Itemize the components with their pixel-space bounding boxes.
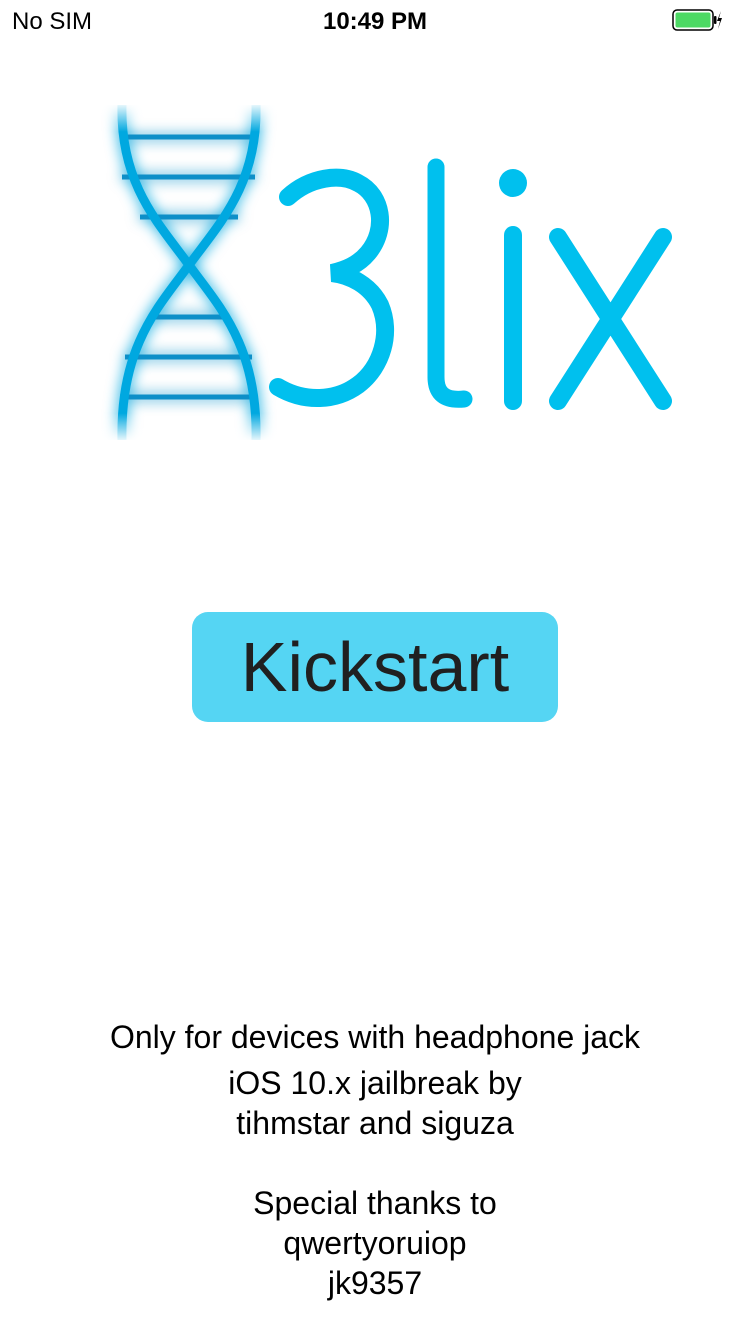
thanks-title: Special thanks to <box>253 1185 497 1221</box>
battery-charging-icon <box>672 9 722 31</box>
footer-info: Only for devices with headphone jack iOS… <box>0 1017 750 1303</box>
status-bar: No SIM 10:49 PM <box>0 0 750 40</box>
app-screen: No SIM 10:49 PM Kickstart Only for devic… <box>0 0 750 1334</box>
kickstart-button[interactable]: Kickstart <box>192 612 558 722</box>
status-time: 10:49 PM <box>322 8 428 35</box>
app-logo <box>100 105 675 440</box>
credit-line-2: tihmstar and siguza <box>236 1105 514 1141</box>
headphone-jack-warning: Only for devices with headphone jack <box>109 1019 641 1055</box>
logo-glyph-3 <box>269 168 395 407</box>
credit-line-1: iOS 10.x jailbreak by <box>228 1065 522 1101</box>
thanks-name-2: jk9357 <box>327 1265 423 1301</box>
logo-glyph-l <box>427 158 473 408</box>
thanks-name-1: qwertyoruiop <box>283 1225 467 1261</box>
